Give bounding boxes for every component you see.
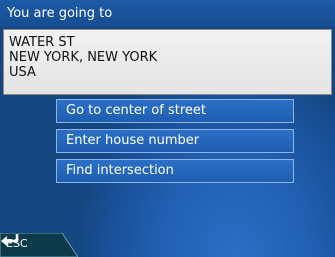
go-to-center-of-street-button[interactable]: Go to center of street xyxy=(56,99,294,123)
find-intersection-button[interactable]: Find intersection xyxy=(56,159,294,183)
screen-header: You are going to xyxy=(0,0,335,27)
find-intersection-label: Find intersection xyxy=(66,163,174,178)
go-to-center-label: Go to center of street xyxy=(66,103,206,118)
enter-house-number-button[interactable]: Enter house number xyxy=(56,129,294,153)
enter-house-number-label: Enter house number xyxy=(66,133,200,148)
destination-address-box: WATER ST NEW YORK, NEW YORK USA xyxy=(3,29,332,95)
address-country: USA xyxy=(9,65,36,80)
navigation-screen: You are going to WATER ST NEW YORK, NEW … xyxy=(0,0,335,257)
address-city-state: NEW YORK, NEW YORK xyxy=(9,50,158,65)
address-street: WATER ST xyxy=(9,35,75,50)
header-title: You are going to xyxy=(7,6,113,21)
esc-button[interactable]: ESC xyxy=(0,233,78,257)
return-arrow-icon xyxy=(1,234,19,246)
